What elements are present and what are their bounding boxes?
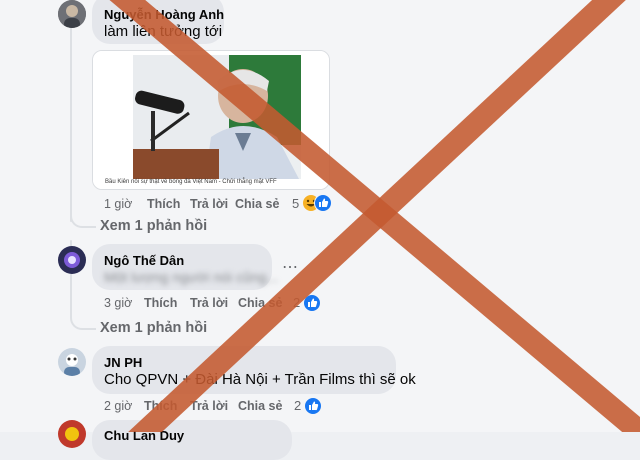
reply-connector — [70, 196, 96, 228]
reaction-count[interactable]: 5 — [292, 196, 299, 211]
comment-text-blurred: Một lượng người nói cũng... — [104, 269, 279, 285]
comment-author[interactable]: Ngô Thế Dân — [104, 253, 184, 268]
share-button[interactable]: Chia sẻ — [238, 399, 282, 413]
profile-photo-icon — [58, 246, 86, 274]
reaction-count[interactable]: 2 — [294, 398, 301, 413]
comment-author[interactable]: JN PH — [104, 355, 142, 370]
reply-button[interactable]: Trả lời — [190, 399, 228, 413]
profile-photo-icon — [58, 348, 86, 376]
comment-author[interactable]: Chu Lan Duy — [104, 428, 184, 443]
comment-text: làm liên tưởng tới — [104, 23, 223, 40]
avatar[interactable] — [58, 0, 86, 28]
like-button[interactable]: Thích — [144, 296, 177, 310]
share-button[interactable]: Chia sẻ — [235, 197, 279, 211]
timestamp[interactable]: 2 giờ — [104, 399, 132, 413]
video-thumbnail — [93, 51, 329, 189]
view-replies-link[interactable]: Xem 1 phản hồi — [100, 320, 207, 336]
like-button[interactable]: Thích — [144, 399, 177, 413]
comment-thread: Nguyễn Hoàng Anh làm liên tưởng tới Bầu … — [0, 0, 640, 460]
profile-photo-icon — [58, 420, 86, 448]
link-preview[interactable]: Bầu Kiên nói sự thật về bóng đá Việt Nam… — [92, 50, 330, 190]
like-icon — [304, 397, 322, 415]
thread-line — [70, 26, 72, 222]
like-icon — [314, 194, 332, 212]
reply-button[interactable]: Trả lời — [190, 197, 228, 211]
avatar[interactable] — [58, 348, 86, 376]
timestamp[interactable]: 1 giờ — [104, 197, 132, 211]
comment-text: Cho QPVN + Đài Hà Nội + Trần Films thì s… — [104, 371, 416, 388]
comment-author[interactable]: Nguyễn Hoàng Anh — [104, 7, 224, 22]
timestamp[interactable]: 3 giờ — [104, 296, 132, 310]
avatar[interactable] — [58, 420, 86, 448]
share-button[interactable]: Chia sẻ — [238, 296, 282, 310]
profile-photo-icon — [58, 0, 86, 28]
avatar[interactable] — [58, 246, 86, 274]
link-caption: Bầu Kiên nói sự thật về bóng đá Việt Nam… — [105, 179, 277, 185]
more-options-icon[interactable]: ⋯ — [282, 257, 299, 277]
reply-button[interactable]: Trả lời — [190, 296, 228, 310]
like-icon — [303, 294, 321, 312]
like-button[interactable]: Thích — [147, 197, 180, 211]
reply-connector — [70, 292, 96, 330]
view-replies-link[interactable]: Xem 1 phản hồi — [100, 218, 207, 234]
reaction-count[interactable]: 2 — [293, 295, 300, 310]
